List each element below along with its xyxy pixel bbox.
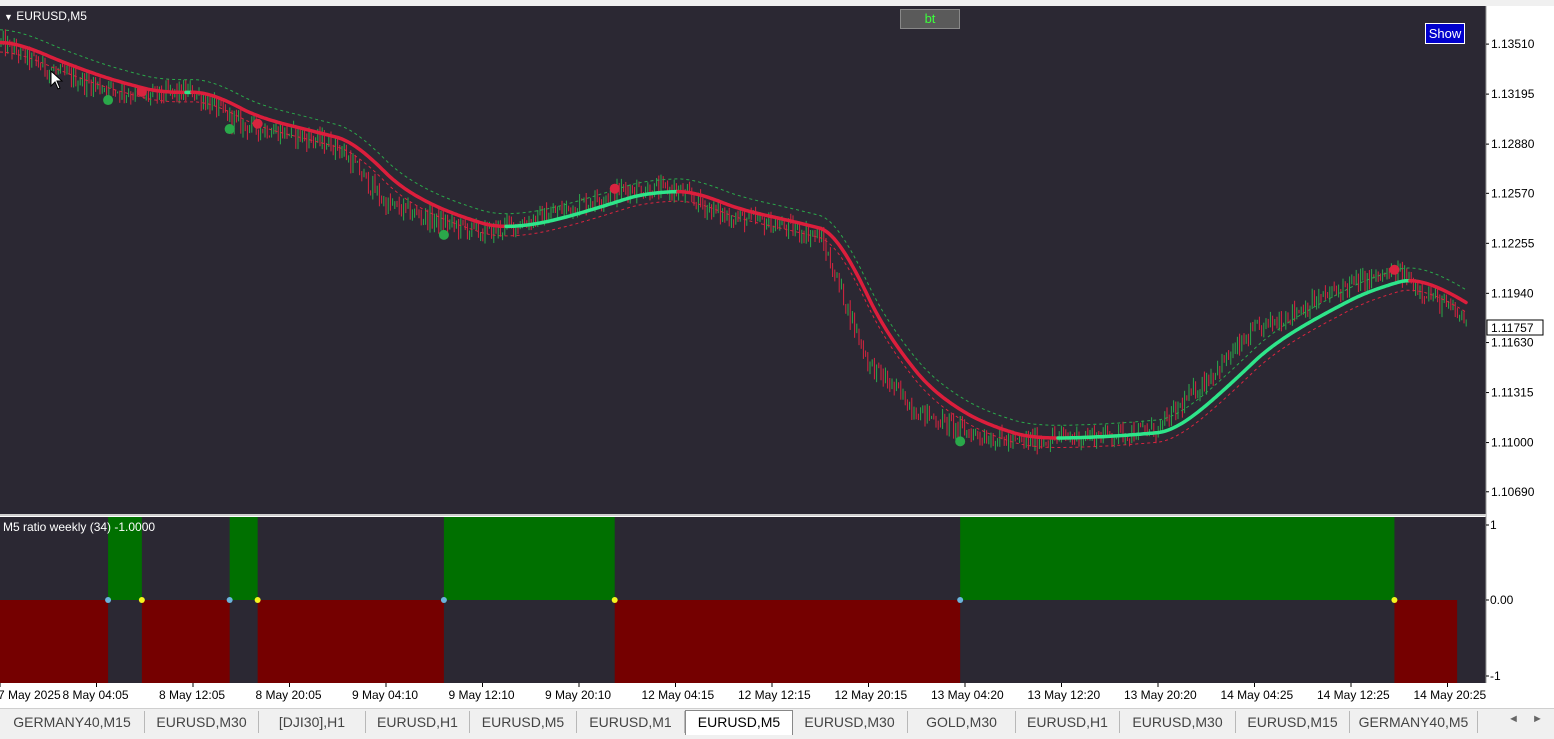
- buy-signal-marker: [955, 436, 965, 446]
- time-tick-label: 12 May 20:15: [835, 688, 908, 702]
- price-tick-label: 1.11000: [1491, 436, 1534, 450]
- price-tick-label: 1.11630: [1491, 336, 1534, 350]
- chart-tab-bar: GERMANY40,M15EURUSD,M30[DJI30],H1EURUSD,…: [0, 708, 1554, 739]
- chart-background: [0, 6, 1486, 514]
- time-tick-label: 9 May 20:10: [545, 688, 611, 702]
- price-tick-label: 1.13195: [1491, 87, 1535, 101]
- time-tick-label: 14 May 12:25: [1317, 688, 1390, 702]
- time-tick-label: 8 May 04:05: [63, 688, 129, 702]
- symbol-title: ▼ EURUSD,M5: [4, 9, 87, 23]
- ratio-bar: [1394, 600, 1457, 683]
- current-price-label: 1.11757: [1487, 320, 1543, 335]
- chart-tab[interactable]: EURUSD,M30: [792, 711, 908, 733]
- time-tick-label: 9 May 12:10: [449, 688, 515, 702]
- tab-scroll-left-icon[interactable]: ◄: [1508, 713, 1519, 725]
- bt-button[interactable]: bt: [900, 9, 960, 29]
- ratio-cross-dot: [105, 597, 111, 603]
- ratio-cross-dot: [441, 597, 447, 603]
- chart-tab[interactable]: EURUSD,M5: [470, 711, 577, 733]
- sell-signal-marker: [253, 119, 263, 129]
- time-tick-label: 12 May 12:15: [738, 688, 811, 702]
- show-button[interactable]: Show: [1425, 23, 1465, 44]
- ratio-bar: [0, 600, 108, 683]
- time-tick-label: 8 May 20:05: [256, 688, 322, 702]
- ratio-cross-dot: [957, 597, 963, 603]
- ratio-bar: [142, 600, 230, 683]
- buy-signal-marker: [225, 124, 235, 134]
- chart-tab[interactable]: EURUSD,M15: [1236, 711, 1350, 733]
- time-tick-label: 8 May 12:05: [159, 688, 225, 702]
- price-tick-label: 1.13510: [1491, 37, 1535, 51]
- chart-tab[interactable]: GERMANY40,M15: [0, 711, 145, 733]
- buy-signal-marker: [439, 230, 449, 240]
- time-tick-label: 13 May 12:20: [1028, 688, 1101, 702]
- time-tick-label: 12 May 04:15: [642, 688, 715, 702]
- indicator-tick-label: 0.00: [1490, 593, 1514, 607]
- time-tick-label: 9 May 04:10: [352, 688, 418, 702]
- ratio-bar: [230, 517, 258, 600]
- buy-signal-marker: [103, 95, 113, 105]
- price-tick-label: 1.12255: [1491, 236, 1535, 250]
- indicator-tick-label: 1: [1490, 518, 1497, 532]
- chart-tab[interactable]: EURUSD,M5: [685, 710, 793, 735]
- ratio-cross-dot: [1391, 597, 1397, 603]
- time-tick-label: 13 May 20:20: [1124, 688, 1197, 702]
- ratio-cross-dot: [255, 597, 261, 603]
- chart-tab[interactable]: GOLD,M30: [908, 711, 1016, 733]
- sell-signal-marker: [610, 184, 620, 194]
- indicator-label: M5 ratio weekly (34) -1.0000: [3, 520, 155, 534]
- chart-tab[interactable]: EURUSD,H1: [1016, 711, 1120, 733]
- ratio-bar: [615, 600, 960, 683]
- time-tick-label: 13 May 04:20: [931, 688, 1004, 702]
- chart-tab[interactable]: EURUSD,M30: [145, 711, 259, 733]
- ratio-bar: [444, 517, 615, 600]
- ratio-bar: [960, 517, 1394, 600]
- price-tick-label: 1.11315: [1491, 386, 1534, 400]
- price-tick-label: 1.12880: [1491, 137, 1535, 151]
- dropdown-icon[interactable]: ▼: [4, 12, 13, 22]
- indicator-tick-label: -1: [1490, 669, 1501, 683]
- chart-tab[interactable]: [DJI30],H1: [259, 711, 366, 733]
- price-tick-label: 1.11940: [1491, 286, 1534, 300]
- ratio-cross-dot: [139, 597, 145, 603]
- chart-canvas: 1.13510 1.13195 1.12880 1.12570 1.12255 1.119…: [0, 6, 1554, 708]
- tab-scroll-right-icon[interactable]: ►: [1532, 713, 1543, 725]
- time-tick-label: 14 May 20:25: [1414, 688, 1487, 702]
- ratio-cross-dot: [612, 597, 618, 603]
- ratio-bar: [258, 600, 444, 683]
- sell-signal-marker: [137, 87, 147, 97]
- chart-tab[interactable]: EURUSD,M1: [577, 711, 685, 733]
- symbol-title-text: EURUSD,M5: [16, 9, 87, 23]
- ratio-cross-dot: [227, 597, 233, 603]
- price-tick-label: 1.12570: [1491, 186, 1535, 200]
- time-tick-label: 7 May 2025: [0, 688, 61, 702]
- chart-tab[interactable]: EURUSD,H1: [366, 711, 470, 733]
- sell-signal-marker: [1389, 265, 1399, 275]
- chart-tab[interactable]: GERMANY40,M5: [1350, 711, 1478, 733]
- price-tick-label: 1.10690: [1491, 485, 1535, 499]
- chart-tab[interactable]: EURUSD,M30: [1120, 711, 1236, 733]
- current-price-text: 1.11757: [1491, 321, 1534, 335]
- mouse-cursor-icon: [50, 70, 64, 90]
- time-tick-label: 14 May 04:25: [1221, 688, 1294, 702]
